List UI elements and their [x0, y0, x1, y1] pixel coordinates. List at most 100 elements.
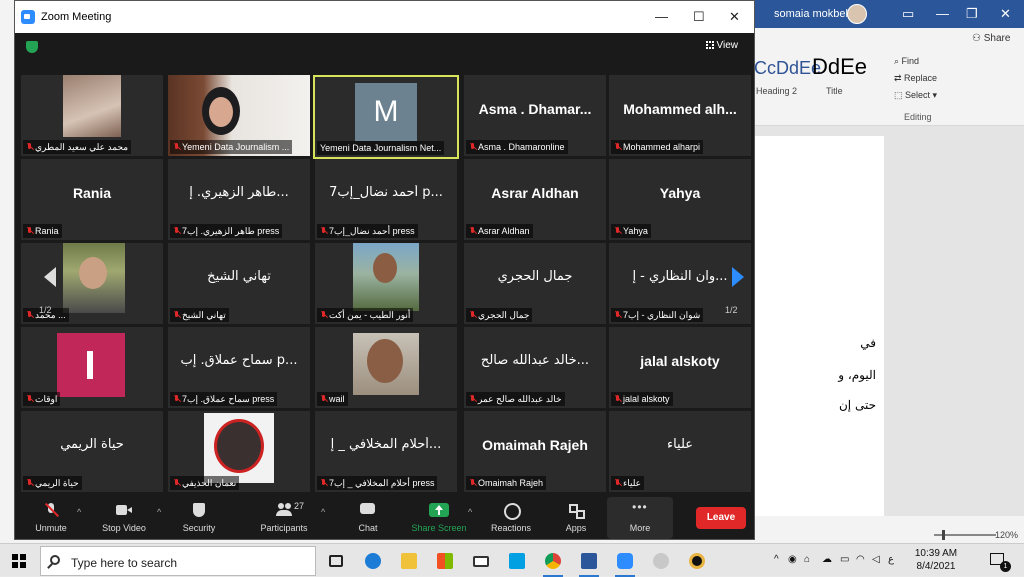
word-ribbon-display-icon[interactable]: ▭ [902, 6, 914, 22]
participant-tile[interactable]: Yemeni Data Journalism ... [168, 75, 310, 156]
participant-name: wail [317, 392, 348, 406]
snipping-tool-icon[interactable] [648, 548, 674, 574]
select-button[interactable]: ⬚ Select ▾ [894, 90, 937, 101]
security-button[interactable]: Security [166, 497, 232, 539]
notification-count-badge: 1 [1000, 561, 1011, 572]
zoom-level[interactable]: 120% [995, 530, 1018, 540]
stop-video-button[interactable]: Stop Video [91, 497, 157, 539]
task-view-icon[interactable] [324, 548, 350, 574]
participant-tile-active-speaker[interactable]: M Yemeni Data Journalism Net... [313, 75, 459, 159]
page-indicator-left: 1/2 [39, 305, 52, 315]
zoom-icon[interactable] [612, 548, 638, 577]
input-language[interactable]: ع [888, 554, 894, 565]
participant-tile[interactable]: Rania Rania [21, 159, 163, 240]
camera-app-icon[interactable] [684, 548, 710, 574]
chat-button[interactable]: Chat [335, 497, 401, 539]
taskbar-search-box[interactable]: Type here to search [40, 546, 316, 576]
zoom-minimize-icon[interactable]: — [655, 9, 668, 24]
language-app-icon[interactable] [504, 548, 530, 574]
view-button[interactable]: View [702, 37, 743, 54]
zoom-close-icon[interactable]: ✕ [729, 9, 740, 25]
muted-mic-icon [469, 395, 476, 403]
participants-options-caret[interactable]: ^ [321, 507, 325, 517]
participant-tile[interactable]: Asma . Dhamar... Asma . Dhamaronline [464, 75, 606, 156]
participant-tile[interactable]: حياة الريمي حياة الريمي [21, 411, 163, 492]
participant-display-name: Yahya [659, 185, 701, 201]
shield-icon [191, 503, 207, 517]
audio-options-caret[interactable]: ^ [77, 507, 81, 517]
zoom-slider-thumb[interactable] [942, 530, 945, 540]
participant-name: Asrar Aldhan [466, 224, 533, 238]
muted-mic-icon [26, 311, 33, 319]
find-button[interactable]: ⌕ Find [894, 56, 919, 67]
word-close-icon[interactable]: ✕ [1000, 6, 1011, 22]
muted-mic-icon [173, 395, 180, 403]
word-icon[interactable] [576, 548, 602, 577]
participant-name: تهاني الشيخ [170, 308, 229, 322]
more-button[interactable]: More [607, 497, 673, 539]
participant-tile[interactable]: جمال الحجري جمال الحجري [464, 243, 606, 324]
battery-icon[interactable]: ▭ [840, 554, 849, 565]
onedrive-icon[interactable]: ☁ [822, 554, 832, 565]
style-heading2-sample[interactable]: CcDdEe [754, 58, 821, 79]
participant-tile[interactable]: أنور الطيب - يمن أكت [315, 243, 457, 324]
file-explorer-icon[interactable] [396, 548, 422, 574]
participant-tile[interactable]: jalal alskoty jalal alskoty [609, 327, 751, 408]
share-options-caret[interactable]: ^ [468, 507, 472, 517]
participant-tile[interactable]: اوقات [21, 327, 163, 408]
participant-tile[interactable]: خالد عبدالله صالح... خالد عبدالله صالح ع… [464, 327, 606, 408]
participant-tile[interactable]: Asrar Aldhan Asrar Aldhan [464, 159, 606, 240]
video-camera-icon [116, 503, 132, 517]
show-hidden-icons-icon[interactable]: ^ [774, 554, 779, 565]
participant-name: جمال الحجري [466, 308, 533, 322]
participant-video-portrait [214, 419, 264, 473]
participant-name: حياة الريمي [23, 476, 82, 490]
participant-display-name: jalal alskoty [640, 353, 720, 369]
participant-tile[interactable]: أحلام المخلافي _ إ... 7أحلام المخلافي _ … [315, 411, 457, 492]
edge-browser-icon[interactable] [360, 548, 386, 574]
participant-tile[interactable]: 7أحمد نضال_إب p... 7أحمد نضال_إب press [315, 159, 457, 240]
participant-video-face [209, 97, 233, 127]
participant-tile[interactable]: نعمان الحذيفي [168, 411, 310, 492]
previous-page-button[interactable]: 1/2 [35, 247, 65, 319]
user-avatar[interactable] [847, 4, 867, 24]
replace-button[interactable]: ⇄ Replace [894, 73, 937, 84]
participant-tile[interactable]: تهاني الشيخ تهاني الشيخ [168, 243, 310, 324]
share-screen-button[interactable]: Share Screen [406, 497, 472, 539]
style-title-sample[interactable]: DdEe [812, 54, 867, 80]
participants-button[interactable]: 27 Participants [251, 497, 317, 539]
participant-tile[interactable]: محمد علي سعيد المطري [21, 75, 163, 156]
app-tray-icon[interactable]: ◉ [788, 554, 797, 565]
unmute-button[interactable]: Unmute [18, 497, 84, 539]
word-page[interactable]: في اليوم، و حتى إن [754, 136, 884, 516]
participant-tile[interactable]: طاهر الزهيري. إ... 7طاهر الزهيري. إب pre… [168, 159, 310, 240]
participant-tile[interactable]: Yahya Yahya [609, 159, 751, 240]
microsoft-store-icon[interactable] [432, 548, 458, 574]
wifi-icon[interactable]: ◠ [856, 554, 865, 565]
chrome-icon[interactable] [540, 548, 566, 577]
encryption-shield-icon[interactable] [26, 41, 38, 53]
windows-start-icon[interactable] [12, 554, 26, 568]
word-minimize-icon[interactable]: — [936, 6, 949, 21]
next-page-button[interactable]: 1/2 [721, 247, 751, 319]
muted-mic-icon [43, 503, 59, 517]
participant-tile[interactable]: Mohammed alh... Mohammed alharpi [609, 75, 751, 156]
word-restore-icon[interactable]: ❐ [966, 6, 978, 22]
participant-tile[interactable]: wail [315, 327, 457, 408]
reactions-button[interactable]: Reactions [478, 497, 544, 539]
system-clock[interactable]: 10:39 AM 8/4/2021 [901, 547, 971, 573]
share-button[interactable]: ⚇ Share [972, 33, 1010, 44]
video-options-caret[interactable]: ^ [157, 507, 161, 517]
apps-button[interactable]: Apps [543, 497, 609, 539]
mail-icon[interactable] [468, 548, 494, 574]
participant-display-name: جمال الحجري [497, 269, 573, 284]
participant-tile[interactable]: علياء علياء [609, 411, 751, 492]
participant-tile[interactable]: سماح عملاق. إب p... 7سماح عملاق. إب pres… [168, 327, 310, 408]
zoom-maximize-icon[interactable]: ☐ [693, 9, 705, 25]
leave-button[interactable]: Leave [696, 507, 746, 529]
page-indicator-right: 1/2 [725, 305, 738, 315]
participant-tile[interactable]: Omaimah Rajeh Omaimah Rajeh [464, 411, 606, 492]
volume-icon[interactable]: ◁ [872, 554, 880, 565]
muted-mic-icon [614, 395, 621, 403]
network-icon[interactable]: ⌂ [804, 554, 810, 565]
